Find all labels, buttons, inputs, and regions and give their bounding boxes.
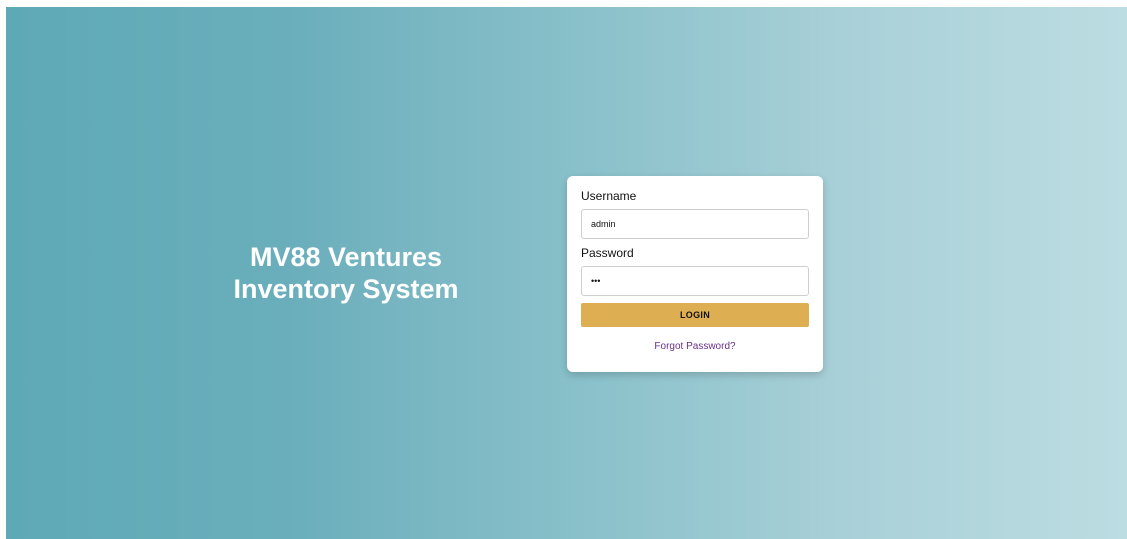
username-input[interactable] [581, 209, 809, 239]
brand-title: MV88 Ventures Inventory System [196, 241, 496, 305]
login-card: Username Password LOGIN Forgot Password? [567, 176, 823, 372]
login-button[interactable]: LOGIN [581, 303, 809, 327]
username-label: Username [581, 189, 637, 203]
password-label: Password [581, 246, 634, 260]
password-input[interactable] [581, 266, 809, 296]
login-page: MV88 Ventures Inventory System Username … [6, 7, 1127, 539]
forgot-password-link[interactable]: Forgot Password? [581, 341, 809, 352]
brand-title-line-2: Inventory System [233, 274, 459, 304]
brand-title-line-1: MV88 Ventures [249, 242, 443, 272]
